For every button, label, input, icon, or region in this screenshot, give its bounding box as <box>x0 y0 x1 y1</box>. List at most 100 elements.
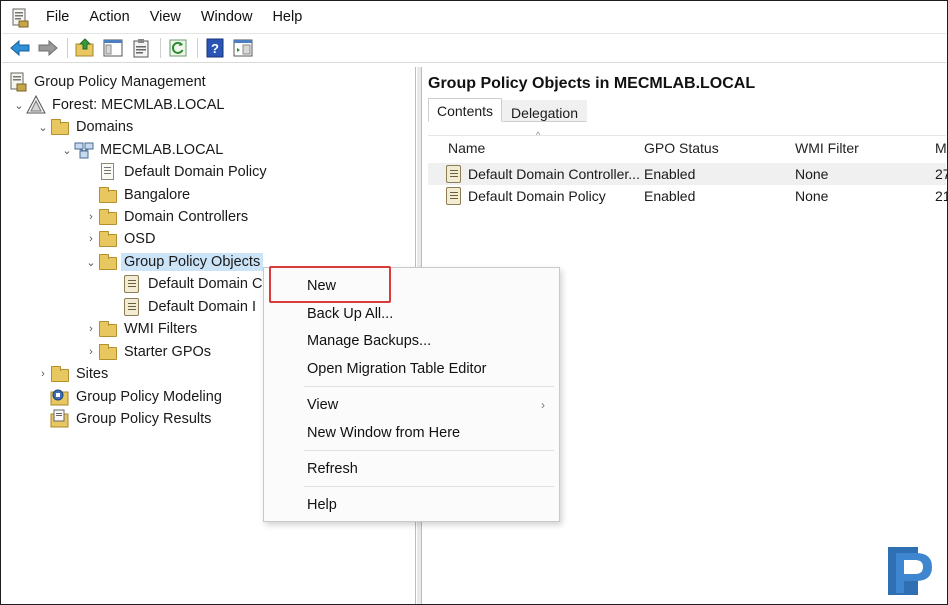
tree-item-domain-controllers[interactable]: › Domain Controllers <box>84 206 248 228</box>
chevron-down-icon[interactable]: ⌄ <box>84 251 98 273</box>
gpmc-app-icon <box>10 8 30 28</box>
help-icon[interactable]: ? <box>204 37 226 59</box>
gpo-scroll-icon <box>122 297 142 317</box>
tree-label: Group Policy Results <box>76 411 212 427</box>
tree-item-gpo-child[interactable]: Default Domain I <box>122 296 256 318</box>
menu-help[interactable]: Help <box>262 2 312 33</box>
cell-wmi: None <box>795 166 829 182</box>
tree-item-osd[interactable]: › OSD <box>84 228 155 250</box>
table-row[interactable]: Default Domain Controller... Enabled Non… <box>428 163 948 185</box>
annotation-highlight-box <box>269 266 391 303</box>
cell-name: Default Domain Policy <box>468 188 606 204</box>
forest-icon <box>26 94 46 115</box>
chevron-right-icon[interactable]: › <box>84 318 98 340</box>
refresh-icon[interactable] <box>167 37 189 59</box>
tree-item-domains[interactable]: ⌄ Domains <box>36 116 133 138</box>
ou-folder-icon <box>98 207 118 227</box>
tree-label: Forest: MECMLAB.LOCAL <box>52 97 225 113</box>
menu-separator <box>304 386 554 387</box>
chevron-right-icon[interactable]: › <box>84 206 98 228</box>
column-gpo-status[interactable]: GPO Status <box>644 140 719 156</box>
tree-item-modeling[interactable]: Group Policy Modeling <box>50 386 222 408</box>
menu-separator <box>304 450 554 451</box>
up-folder-icon[interactable] <box>74 37 96 59</box>
show-hide-tree-icon[interactable] <box>102 37 124 59</box>
tree-item-wmi-filters[interactable]: › WMI Filters <box>84 318 197 340</box>
submenu-arrow-icon: › <box>541 398 545 412</box>
column-wmi-filter[interactable]: WMI Filter <box>795 140 859 156</box>
chevron-down-icon[interactable]: ⌄ <box>36 116 50 138</box>
chevron-right-icon[interactable]: › <box>84 341 98 363</box>
menu-separator <box>304 486 554 487</box>
column-m[interactable]: M <box>935 140 947 156</box>
sort-ascending-icon: ^ <box>536 130 541 140</box>
tree-item-bangalore[interactable]: Bangalore <box>98 184 190 206</box>
menu-view[interactable]: View <box>140 2 191 33</box>
ou-folder-icon <box>98 229 118 249</box>
column-name[interactable]: Name <box>448 140 485 156</box>
starter-gpo-icon <box>98 342 118 362</box>
menu-item-open-migration-table-editor[interactable]: Open Migration Table Editor <box>264 357 559 381</box>
menu-action[interactable]: Action <box>79 2 139 33</box>
clipboard-icon[interactable] <box>130 37 152 59</box>
tree-item-domain[interactable]: ⌄ MECMLAB.LOCAL <box>60 139 223 161</box>
cell-wmi: None <box>795 188 829 204</box>
prajwal-logo-icon <box>886 545 936 597</box>
menu-item-manage-backups[interactable]: Manage Backups... <box>264 329 559 353</box>
results-title: Group Policy Objects in MECMLAB.LOCAL <box>428 75 756 92</box>
tree-item-default-domain-policy[interactable]: Default Domain Policy <box>98 161 267 183</box>
chevron-down-icon[interactable]: ⌄ <box>60 139 74 161</box>
column-header: ^ Name GPO Status WMI Filter M <box>428 130 947 159</box>
back-icon[interactable] <box>9 37 31 59</box>
toolbar: ? <box>2 33 946 63</box>
menu-window[interactable]: Window <box>191 2 263 33</box>
gpm-root-icon <box>8 72 28 92</box>
wmi-folder-icon <box>98 319 118 339</box>
tree-item-gpo-child[interactable]: Default Domain C <box>122 273 262 295</box>
menu-bar: File Action View Window Help <box>2 2 946 33</box>
sites-icon <box>50 364 70 384</box>
table-row[interactable]: Default Domain Policy Enabled None 21 <box>428 185 948 207</box>
modeling-icon <box>50 387 70 407</box>
menu-file[interactable]: File <box>36 2 79 33</box>
tree-label: Bangalore <box>124 187 191 203</box>
chevron-right-icon[interactable]: › <box>84 228 98 250</box>
chevron-down-icon[interactable]: ⌄ <box>12 94 26 116</box>
tree-item-starter-gpos[interactable]: › Starter GPOs <box>84 341 211 363</box>
menu-item-view[interactable]: View › <box>264 393 559 417</box>
tree-label: Group Policy Management <box>34 74 206 90</box>
gpo-folder-icon <box>98 252 118 272</box>
chevron-right-icon[interactable]: › <box>36 363 50 385</box>
tree-label: Default Domain C <box>148 276 263 292</box>
gpo-link-icon <box>98 162 118 182</box>
tree-item-results[interactable]: Group Policy Results <box>50 408 211 430</box>
cell-name: Default Domain Controller... <box>468 166 640 182</box>
tree-label: Group Policy Objects <box>121 253 264 271</box>
tab-contents[interactable]: Contents <box>428 98 503 122</box>
menu-item-refresh[interactable]: Refresh <box>264 457 559 481</box>
tree-label: Domains <box>76 119 134 135</box>
tree-label: OSD <box>124 231 156 247</box>
gpo-scroll-icon <box>444 186 464 206</box>
tree-label: Default Domain Policy <box>124 164 267 180</box>
cell-status: Enabled <box>644 166 696 182</box>
tree-label: Default Domain I <box>148 299 256 315</box>
tree-item-forest[interactable]: ⌄ Forest: MECMLAB.LOCAL <box>12 94 224 116</box>
toolbar-separator <box>160 38 161 58</box>
menu-item-help[interactable]: Help <box>264 493 559 517</box>
tree-label: Group Policy Modeling <box>76 389 222 405</box>
results-icon <box>50 409 70 429</box>
tree-item-gpm[interactable]: Group Policy Management <box>8 71 206 93</box>
forward-icon[interactable] <box>37 37 59 59</box>
console-icon[interactable] <box>232 37 254 59</box>
gpo-scroll-icon <box>122 274 142 294</box>
tree-item-sites[interactable]: › Sites <box>36 363 108 385</box>
menu-item-new-window-from-here[interactable]: New Window from Here <box>264 421 559 445</box>
tab-delegation[interactable]: Delegation <box>502 100 587 122</box>
menu-item-back-up-all[interactable]: Back Up All... <box>264 302 559 326</box>
cell-m: 21 <box>935 188 948 204</box>
tab-strip: Contents Delegation <box>428 98 587 122</box>
tree-item-group-policy-objects[interactable]: ⌄ Group Policy Objects <box>84 251 264 273</box>
ou-folder-icon <box>98 185 118 205</box>
tree-label: WMI Filters <box>124 321 198 337</box>
